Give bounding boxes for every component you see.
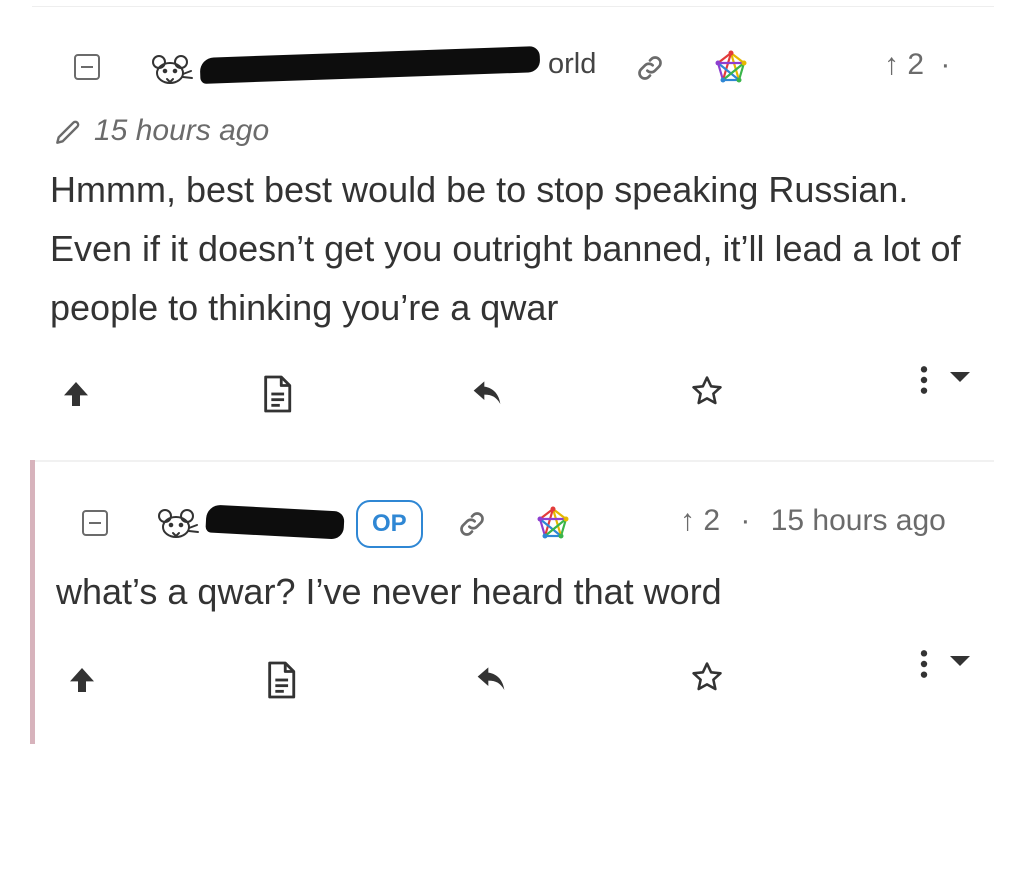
document-icon[interactable] (264, 660, 298, 700)
username-link[interactable]: orld (548, 48, 596, 81)
comment-timestamp: 15 hours ago (94, 114, 270, 147)
caret-down-icon[interactable] (948, 654, 972, 668)
upvote-arrow-indicator: ↑ (680, 504, 695, 537)
reply-arrow-icon[interactable] (470, 376, 504, 408)
thread-indent-border (30, 460, 35, 744)
minus-square-icon (89, 521, 101, 525)
pencil-icon (52, 116, 84, 148)
comment-timestamp: 15 hours ago (770, 504, 946, 537)
link-icon[interactable] (456, 508, 488, 540)
rat-face-icon[interactable] (156, 506, 200, 542)
arrow-up-icon[interactable] (60, 378, 92, 410)
collapse-button[interactable] (82, 510, 108, 536)
vertical-dots-icon[interactable] (916, 364, 932, 396)
username-redacted[interactable] (199, 46, 541, 84)
link-icon[interactable] (634, 52, 666, 84)
score-value: 2 (907, 48, 925, 81)
upvote-arrow-indicator: ↑ (884, 48, 899, 81)
rat-face-icon[interactable] (150, 52, 194, 88)
score-and-time: ↑ 2 · 15 hours ago (680, 504, 946, 538)
star-icon[interactable] (690, 660, 724, 694)
fediverse-pentagram-icon[interactable] (714, 50, 748, 84)
score-value: 2 (703, 504, 721, 537)
op-badge: OP (356, 500, 423, 548)
top-divider (32, 6, 994, 7)
arrow-up-icon[interactable] (66, 664, 98, 696)
fediverse-pentagram-icon[interactable] (536, 506, 570, 540)
reply-arrow-icon[interactable] (474, 662, 508, 694)
meta-separator: · (740, 504, 751, 537)
username-redacted[interactable] (205, 504, 345, 540)
document-icon[interactable] (260, 374, 294, 414)
meta-separator: · (940, 48, 951, 81)
collapse-button[interactable] (74, 54, 100, 80)
comment-divider (32, 460, 994, 462)
caret-down-icon[interactable] (948, 370, 972, 384)
score: ↑ 2 · (884, 48, 950, 82)
comment-body: what’s a qwar? I’ve never heard that wor… (56, 571, 722, 612)
minus-square-icon (81, 65, 93, 69)
vertical-dots-icon[interactable] (916, 648, 932, 680)
star-icon[interactable] (690, 374, 724, 408)
comment-body: Hmmm, best best would be to stop speakin… (50, 169, 961, 328)
